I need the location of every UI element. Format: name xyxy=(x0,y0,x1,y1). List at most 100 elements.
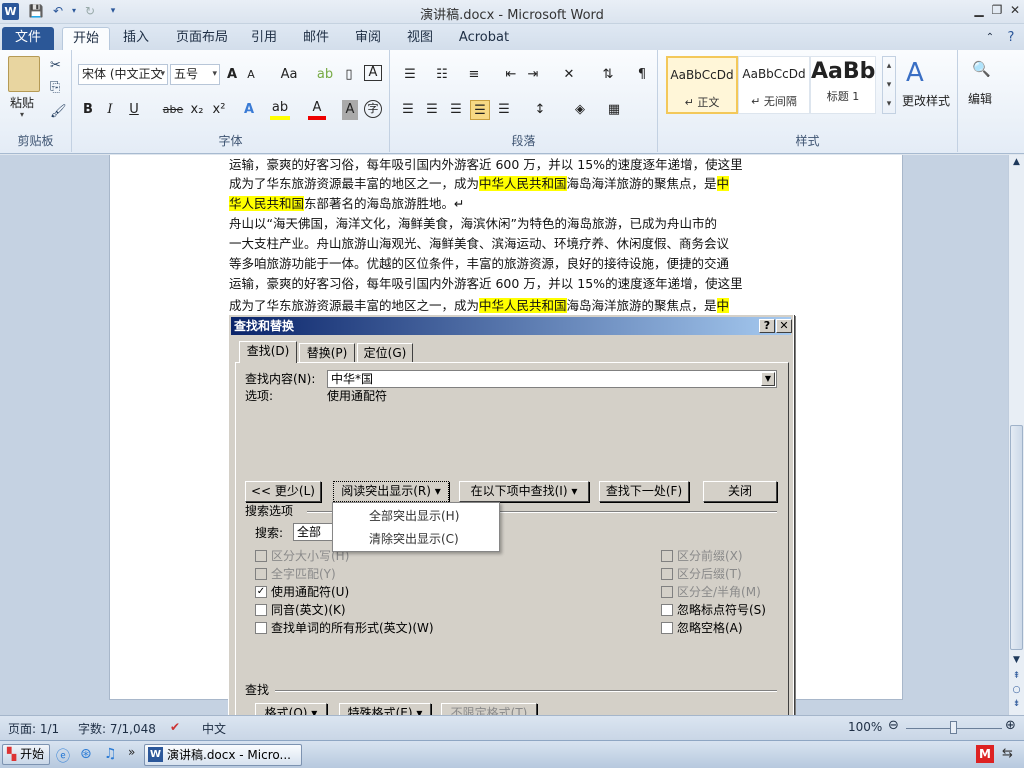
phonetic-guide-icon[interactable]: ab xyxy=(316,65,334,85)
tab-find[interactable]: 查找(D) xyxy=(239,341,297,363)
align-center-icon[interactable]: ☰ xyxy=(422,100,442,120)
dialog-close-button[interactable]: ✕ xyxy=(776,319,792,333)
option-label[interactable]: 忽略空格(A) xyxy=(677,620,743,636)
decrease-indent-icon[interactable]: ⇤ xyxy=(502,65,520,85)
sort-icon[interactable]: ⇅ xyxy=(598,65,618,85)
line-spacing-icon[interactable]: ↕ xyxy=(528,100,552,120)
document-line[interactable]: 运输，豪爽的好客习俗，每年吸引国内外游客近 600 万，并以 15%的速度逐年递… xyxy=(229,274,783,294)
font-color-icon[interactable]: A xyxy=(308,100,326,120)
tab-home[interactable]: 开始 xyxy=(62,27,110,50)
style-heading-1[interactable]: AaBb 标题 1 xyxy=(810,56,876,114)
option-checkbox[interactable]: ✓ xyxy=(255,586,267,598)
zoom-slider-thumb[interactable] xyxy=(950,721,957,734)
option-checkbox[interactable] xyxy=(255,604,267,616)
distributed-icon[interactable]: ☰ xyxy=(494,100,514,120)
document-line[interactable]: 一大支柱产业。舟山旅游山海观光、海鲜美食、滨海运动、环境疗养、休闲度假、商务会议 xyxy=(229,234,783,254)
change-styles-label[interactable]: 更改样式 xyxy=(902,92,950,109)
tab-page-layout[interactable]: 页面布局 xyxy=(170,27,234,50)
word-count[interactable]: 字数: 7/1,048 xyxy=(78,720,156,737)
document-line[interactable]: 成为了华东旅游资源最丰富的地区之一，成为中华人民共和国海岛海洋旅游的聚焦点，是中 xyxy=(229,174,783,194)
style-normal[interactable]: AaBbCcDd ↵ 正文 xyxy=(666,56,738,114)
grow-font-button[interactable]: A xyxy=(224,65,240,85)
align-left-icon[interactable]: ☰ xyxy=(398,100,418,120)
zoom-out-icon[interactable]: ⊖ xyxy=(888,718,899,733)
ie-icon[interactable]: ⓔ xyxy=(56,746,70,766)
bold-button[interactable]: B xyxy=(80,100,96,120)
justify-icon[interactable]: ☰ xyxy=(470,100,490,120)
font-size-combo[interactable]: 五号 ▾ xyxy=(170,64,220,85)
reading-highlight-button[interactable]: 阅读突出显示(R) ▾ xyxy=(333,481,449,502)
option-label[interactable]: 同音(英文)(K) xyxy=(271,602,346,618)
char-border-icon[interactable]: ▯ xyxy=(340,65,358,85)
close-button[interactable]: 关闭 xyxy=(703,481,777,502)
tab-file[interactable]: 文件 xyxy=(2,27,54,50)
highlight-icon[interactable]: ab xyxy=(270,100,290,120)
cut-icon[interactable]: ✂ xyxy=(50,58,61,73)
help-icon[interactable]: ? xyxy=(1002,27,1020,50)
italic-button[interactable]: I xyxy=(102,100,118,120)
style-no-spacing[interactable]: AaBbCcDd ↵ 无间隔 xyxy=(738,56,810,114)
zoom-level[interactable]: 100% xyxy=(848,720,882,734)
char-shading-icon[interactable]: A xyxy=(342,100,358,120)
clear-highlight-item[interactable]: 清除突出显示(C) xyxy=(369,529,459,549)
zoom-in-icon[interactable]: ⊕ xyxy=(1005,718,1016,733)
option-checkbox[interactable] xyxy=(255,622,267,634)
paste-icon[interactable] xyxy=(8,56,40,92)
underline-button[interactable]: U xyxy=(126,100,142,120)
change-styles-icon[interactable]: A xyxy=(906,58,924,88)
find-history-dropdown-icon[interactable]: ▼ xyxy=(761,372,775,386)
dialog-help-button[interactable]: ? xyxy=(759,319,775,333)
less-button[interactable]: << 更少(L) xyxy=(245,481,321,502)
scroll-up-icon[interactable]: ▲ xyxy=(1010,157,1023,167)
media-icon[interactable]: ♫ xyxy=(104,746,117,762)
subscript-button[interactable]: x₂ xyxy=(188,100,206,120)
find-next-button[interactable]: 查找下一处(F) xyxy=(599,481,689,502)
quicklaunch-more-icon[interactable]: » xyxy=(128,745,135,759)
next-page-icon[interactable]: ⇟ xyxy=(1010,699,1023,709)
find-in-button[interactable]: 在以下项中查找(I) ▾ xyxy=(459,481,589,502)
tab-acrobat[interactable]: Acrobat xyxy=(454,27,514,50)
bullets-icon[interactable]: ☰ xyxy=(398,65,422,85)
tray-network-icon[interactable]: ⇆ xyxy=(1002,746,1013,761)
option-checkbox[interactable] xyxy=(661,604,673,616)
close-window-icon[interactable]: ✕ xyxy=(1006,3,1024,19)
paste-dropdown-icon[interactable]: ▾ xyxy=(20,110,24,119)
tab-insert[interactable]: 插入 xyxy=(116,27,156,50)
document-line[interactable]: 等多咱旅游功能于一体。优越的区位条件，丰富的旅游资源，良好的接待设施，便捷的交通 xyxy=(229,254,783,274)
strikethrough-button[interactable]: abe xyxy=(160,100,186,120)
minimize-ribbon-icon[interactable]: ⌃ xyxy=(982,27,998,50)
find-what-input[interactable]: 中华*国 ▼ xyxy=(327,370,777,388)
font-name-combo[interactable]: 宋体 (中文正文 ▾ xyxy=(78,64,168,85)
explorer-icon[interactable]: ⊛ xyxy=(80,746,92,762)
multilevel-list-icon[interactable]: ≡ xyxy=(462,65,486,85)
minimize-icon[interactable]: ▁ xyxy=(970,3,988,19)
language-indicator[interactable]: 中文 xyxy=(202,720,226,737)
char-box-icon[interactable]: A xyxy=(364,65,382,81)
align-right-icon[interactable]: ☰ xyxy=(446,100,466,120)
tray-app-icon[interactable]: M xyxy=(976,745,994,763)
superscript-button[interactable]: x² xyxy=(210,100,228,120)
vertical-scrollbar[interactable]: ▲ ▼ ⇞ ○ ⇟ xyxy=(1008,155,1024,715)
browse-object-icon[interactable]: ○ xyxy=(1010,685,1023,695)
document-line[interactable]: 成为了华东旅游资源最丰富的地区之一，成为中华人民共和国海岛海洋旅游的聚焦点，是中 xyxy=(229,296,783,316)
increase-indent-icon[interactable]: ⇥ xyxy=(524,65,542,85)
chinese-layout-icon[interactable]: ✕ xyxy=(558,65,580,85)
option-label[interactable]: 查找单词的所有形式(英文)(W) xyxy=(271,620,434,636)
highlight-all-item[interactable]: 全部突出显示(H) xyxy=(369,506,459,526)
tab-view[interactable]: 视图 xyxy=(400,27,440,50)
shrink-font-button[interactable]: A xyxy=(244,65,258,85)
page-count[interactable]: 页面: 1/1 xyxy=(8,720,59,737)
restore-icon[interactable]: ❐ xyxy=(988,3,1006,19)
change-case-button[interactable]: Aa xyxy=(278,65,300,85)
numbering-icon[interactable]: ☷ xyxy=(430,65,454,85)
paste-button-label[interactable]: 粘贴 xyxy=(10,94,34,111)
tab-goto[interactable]: 定位(G) xyxy=(357,343,413,363)
borders-icon[interactable]: ▦ xyxy=(602,100,626,120)
text-effects-icon[interactable]: A xyxy=(240,100,258,120)
shading-icon[interactable]: ◈ xyxy=(568,100,592,120)
option-checkbox[interactable] xyxy=(661,622,673,634)
tab-replace[interactable]: 替换(P) xyxy=(299,343,355,363)
copy-icon[interactable]: ⎘ xyxy=(50,80,60,95)
tab-review[interactable]: 审阅 xyxy=(348,27,388,50)
document-line[interactable]: 运输，豪爽的好客习俗，每年吸引国内外游客近 600 万，并以 15%的速度逐年递… xyxy=(229,155,783,175)
